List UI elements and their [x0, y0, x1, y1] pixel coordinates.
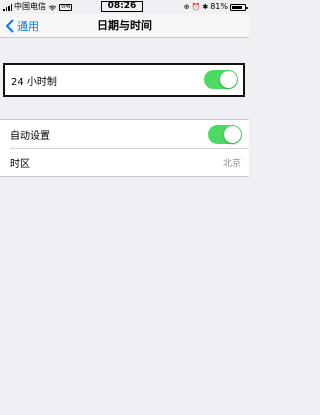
hour24-group: 24 小时制	[3, 63, 245, 97]
status-bar: 中国电信 VPN 08:26 ⊕ ⏰ ✱ 81%	[0, 0, 249, 14]
vpn-badge: VPN	[59, 3, 73, 11]
battery-icon	[230, 3, 248, 11]
auto-timezone-group: 自动设置 时区 北京	[0, 119, 249, 177]
battery-percent: 81%	[210, 2, 228, 11]
date-time-screen: 中国电信 VPN 08:26 ⊕ ⏰ ✱ 81% 日期与时间 通用 24 小时制…	[0, 0, 249, 415]
auto-set-label: 自动设置	[10, 130, 50, 142]
toggle-knob	[220, 71, 237, 88]
timezone-row[interactable]: 时区 北京	[0, 148, 249, 176]
carrier-label: 中国电信	[14, 2, 46, 11]
hour24-toggle[interactable]	[204, 70, 238, 89]
status-time: 08:26	[101, 1, 143, 12]
signal-icon	[3, 3, 12, 11]
status-left: 中国电信 VPN	[3, 0, 73, 14]
orientation-lock-icon: ⊕	[183, 3, 190, 11]
hour24-row: 24 小时制	[5, 65, 243, 95]
alarm-icon: ⏰	[191, 3, 201, 11]
hour24-label: 24 小时制	[11, 76, 57, 88]
navigation-bar: 日期与时间 通用	[0, 14, 249, 38]
battery-tip	[246, 6, 248, 9]
toggle-knob	[224, 126, 241, 143]
timezone-label: 时区	[10, 158, 30, 170]
bluetooth-icon: ✱	[202, 3, 209, 11]
timezone-value: 北京	[222, 158, 241, 169]
status-right: ⊕ ⏰ ✱ 81%	[183, 0, 248, 14]
auto-set-row: 自动设置	[0, 120, 249, 148]
back-button[interactable]: 通用	[4, 14, 39, 38]
auto-set-toggle[interactable]	[208, 125, 242, 144]
chevron-left-icon	[6, 19, 14, 33]
wifi-icon	[48, 4, 57, 11]
back-label: 通用	[17, 20, 39, 33]
battery-fill	[232, 5, 243, 9]
